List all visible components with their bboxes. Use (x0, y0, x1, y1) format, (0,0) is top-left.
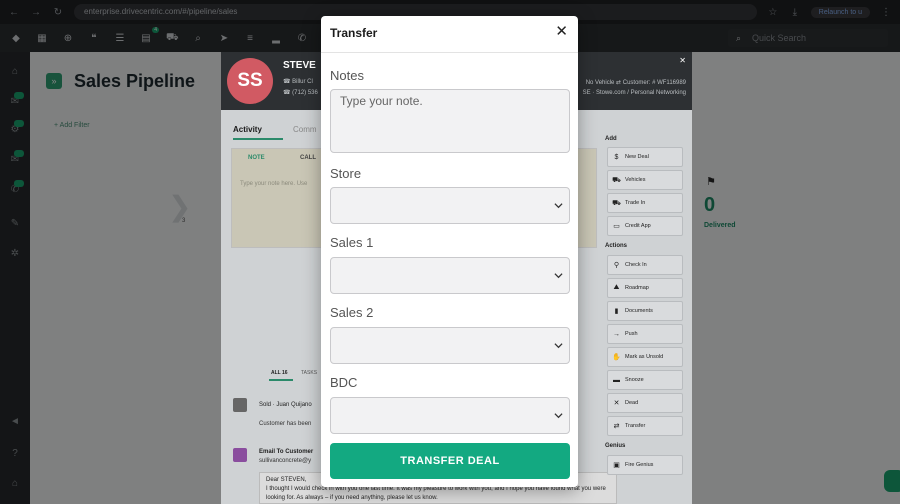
store-select[interactable] (330, 187, 570, 224)
customer-source-info: SE · Stowe.com / Personal Networking (582, 90, 686, 96)
sales2-select[interactable] (330, 327, 570, 364)
map-pin-icon: ⚲ (613, 262, 620, 269)
snooze-button[interactable]: ▬ Snooze (607, 370, 683, 390)
swap-icon: ⇄ (613, 423, 620, 430)
transfer-button[interactable]: ⇄ Transfer (607, 416, 683, 436)
sales1-dropdown[interactable] (331, 258, 569, 293)
credit-app-button[interactable]: ▭ Credit App (607, 216, 683, 236)
documents-label: Documents (625, 308, 653, 314)
customer-phone: ☎ (712) 536 (283, 90, 318, 96)
feed-tab-tasks[interactable]: TASKS (301, 370, 317, 376)
thumbs-down-icon: ✋ (612, 354, 621, 361)
road-icon: ⛰ (613, 284, 620, 291)
feed-item-text: Customer has been (259, 421, 312, 427)
trade-in-label: Trade In (625, 200, 646, 206)
car-icon: ⛟ (612, 199, 621, 207)
note-composer-placeholder[interactable]: Type your note here. Use (240, 181, 307, 187)
email-icon (233, 448, 247, 462)
store-label: Store (330, 166, 362, 181)
customer-address: ☎ Billur Cl (283, 79, 313, 85)
roadmap-button[interactable]: ⛰ Roadmap (607, 278, 683, 298)
modal-title: Transfer (330, 26, 378, 40)
push-button[interactable]: → Push (607, 324, 683, 344)
email-body: I thought I would check in with you one … (266, 486, 606, 501)
notes-input[interactable] (330, 89, 570, 153)
active-tab-indicator (233, 138, 283, 140)
transfer-deal-button[interactable]: TRANSFER DEAL (330, 443, 570, 479)
transfer-label: Transfer (625, 423, 646, 429)
feed-item-title: Sold · Juan Quijano (259, 402, 312, 408)
close-icon[interactable]: ✕ (555, 22, 568, 40)
bdc-label: BDC (330, 375, 358, 390)
fire-genius-label: Fire Genius (625, 462, 654, 468)
call-tab[interactable]: CALL (300, 155, 316, 161)
actions-section-header: Actions (605, 243, 628, 249)
notes-label: Notes (330, 68, 364, 83)
sales1-label: Sales 1 (330, 235, 374, 250)
dead-button[interactable]: ✕ Dead (607, 393, 683, 413)
mark-unsold-button[interactable]: ✋ Mark as Unsold (607, 347, 683, 367)
sales2-label: Sales 2 (330, 305, 374, 320)
customer-name: STEVE (283, 60, 316, 71)
new-deal-label: New Deal (625, 154, 649, 160)
modal-divider (321, 52, 578, 53)
genius-section-header: Genius (605, 443, 626, 449)
dollar-icon: $ (614, 153, 619, 161)
store-dropdown[interactable] (331, 188, 569, 223)
bed-icon: ▬ (613, 376, 620, 384)
documents-button[interactable]: ▮ Documents (607, 301, 683, 321)
trade-in-button[interactable]: ⛟ Trade In (607, 193, 683, 213)
tab-activity[interactable]: Activity (233, 125, 262, 134)
fire-genius-button[interactable]: ▣ Fire Genius (607, 455, 683, 475)
credit-card-icon: ▭ (613, 223, 620, 230)
transfer-modal: Transfer ✕ Notes Store Sales 1 Sales 2 B… (321, 16, 578, 487)
feed-item-title: Email To Customer (259, 449, 314, 455)
avatar: SS (227, 58, 273, 104)
feed-tab-indicator (269, 379, 293, 381)
new-deal-button[interactable]: $ New Deal (607, 147, 683, 167)
tab-communications[interactable]: Comm (293, 125, 317, 134)
credit-app-label: Credit App (625, 223, 651, 229)
customer-vehicle-info: No Vehicle ⇄ Customer: # WF116989 (585, 80, 686, 86)
bdc-dropdown[interactable] (331, 398, 569, 433)
snooze-label: Snooze (625, 377, 644, 383)
check-in-button[interactable]: ⚲ Check In (607, 255, 683, 275)
push-label: Push (625, 331, 638, 337)
genius-icon: ▣ (613, 462, 620, 469)
dead-label: Dead (625, 400, 639, 406)
arrow-right-icon: → (613, 330, 620, 338)
document-icon: ▮ (614, 308, 619, 315)
close-icon[interactable]: ✕ (679, 56, 686, 65)
car-icon: ⛟ (612, 176, 621, 184)
bdc-select[interactable] (330, 397, 570, 434)
mark-unsold-label: Mark as Unsold (625, 354, 664, 360)
check-in-label: Check In (625, 262, 647, 268)
vehicles-button[interactable]: ⛟ Vehicles (607, 170, 683, 190)
vehicles-label: Vehicles (625, 177, 646, 183)
note-tab[interactable]: NOTE (248, 155, 265, 161)
sales2-dropdown[interactable] (331, 328, 569, 363)
feed-tab-all[interactable]: ALL 16 (271, 370, 288, 376)
x-icon: ✕ (613, 400, 620, 407)
roadmap-label: Roadmap (625, 285, 649, 291)
feed-item-text: sullivanconcrete@y (259, 458, 312, 464)
add-section-header: Add (605, 136, 617, 142)
sold-icon (233, 398, 247, 412)
sales1-select[interactable] (330, 257, 570, 294)
